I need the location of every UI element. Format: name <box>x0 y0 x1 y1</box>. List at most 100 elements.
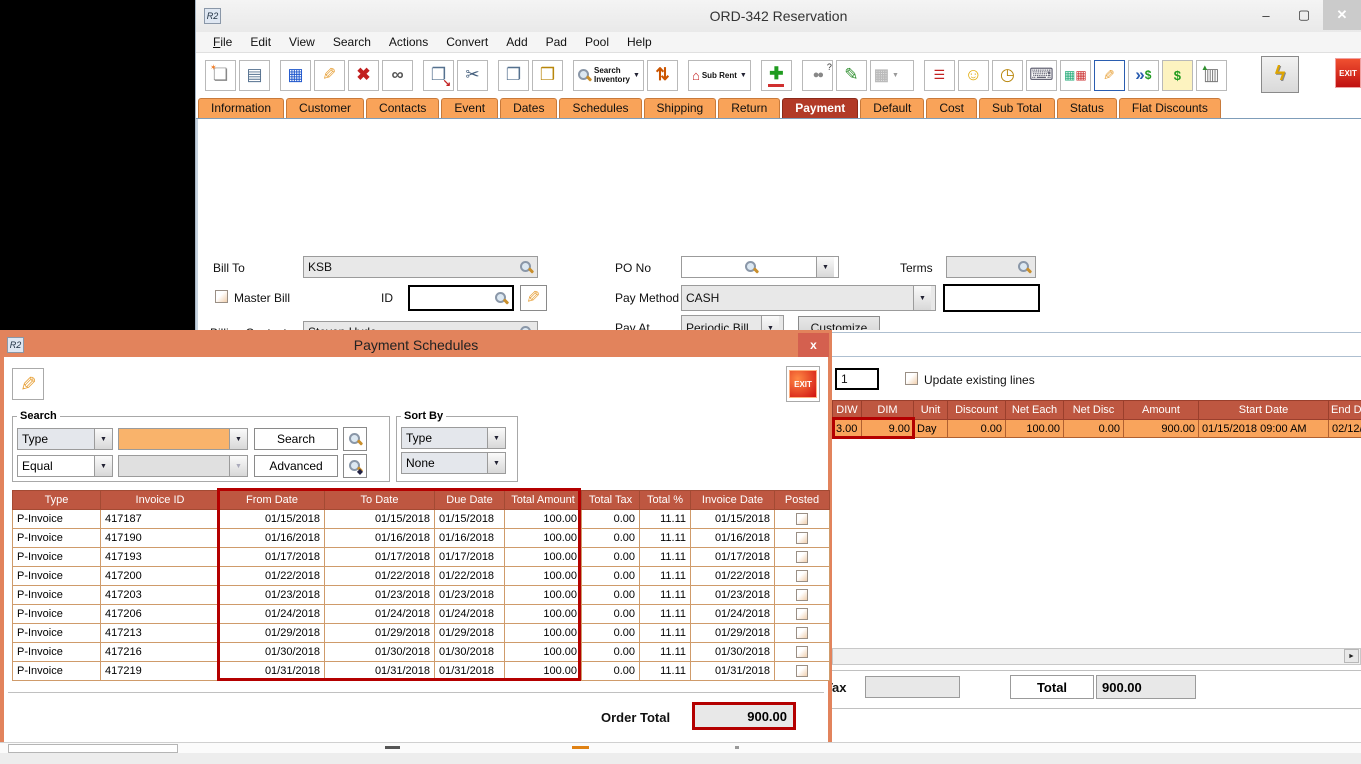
column-header[interactable]: Invoice ID <box>101 491 220 510</box>
find-binoculars-icon[interactable]: ∞ <box>382 60 413 91</box>
advanced-button[interactable]: Advanced <box>254 455 338 477</box>
search-field-selector[interactable]: Type▼ <box>17 428 113 450</box>
cubes-icon[interactable]: ▦▦ <box>1060 60 1091 91</box>
chevron-down-icon[interactable]: ▼ <box>94 456 112 476</box>
menu-item-convert[interactable]: Convert <box>437 33 497 51</box>
grid-column-header[interactable]: End Date <box>1329 401 1361 420</box>
sort-field-selector[interactable]: Type▼ <box>401 427 506 449</box>
tab-dates[interactable]: Dates <box>500 98 557 118</box>
search-inventory-button[interactable]: Search Inventory ▼ <box>573 60 644 91</box>
search-icon[interactable] <box>1017 260 1031 274</box>
chevron-down-icon[interactable]: ▼ <box>913 286 931 310</box>
posted-checkbox[interactable] <box>796 665 808 677</box>
search-magnifier-button[interactable] <box>343 427 367 451</box>
smiley-icon[interactable]: ☺ <box>958 60 989 91</box>
menu-item-help[interactable]: Help <box>618 33 661 51</box>
search-icon[interactable] <box>519 260 533 274</box>
menu-item-pool[interactable]: Pool <box>576 33 618 51</box>
search-icon[interactable] <box>494 291 508 305</box>
update-existing-checkbox[interactable] <box>905 372 918 385</box>
tab-contacts[interactable]: Contacts <box>366 98 439 118</box>
tab-sub-total[interactable]: Sub Total <box>979 98 1055 118</box>
memo-icon[interactable]: ✎ <box>836 60 867 91</box>
edit-form-icon[interactable]: ✎ <box>1094 60 1125 91</box>
column-header[interactable]: Type <box>13 491 101 510</box>
tab-cost[interactable]: Cost <box>926 98 977 118</box>
dialog-titlebar[interactable]: R2 Payment Schedules <box>3 333 829 357</box>
scroll-right-icon[interactable]: ► <box>1344 649 1359 663</box>
tab-customer[interactable]: Customer <box>286 98 364 118</box>
dialog-edit-button[interactable]: ✎ <box>12 368 44 400</box>
posted-checkbox[interactable] <box>796 627 808 639</box>
hierarchy-icon[interactable]: ☰ <box>924 60 955 91</box>
menu-item-actions[interactable]: Actions <box>380 33 437 51</box>
search-button[interactable]: Search <box>254 428 338 450</box>
chevron-down-icon[interactable]: ▼ <box>633 72 640 79</box>
tab-default[interactable]: Default <box>860 98 924 118</box>
edit-id-button[interactable]: ✎ <box>520 285 547 311</box>
tab-shipping[interactable]: Shipping <box>644 98 717 118</box>
posted-checkbox[interactable] <box>796 551 808 563</box>
add-line-icon[interactable]: ✚ <box>761 60 792 91</box>
cut-icon[interactable]: ✂ <box>457 60 488 91</box>
menu-item-view[interactable]: View <box>280 33 324 51</box>
chevron-down-icon[interactable]: ▼ <box>94 429 112 449</box>
grid-column-header[interactable]: Unit <box>914 401 948 420</box>
minimize-button[interactable]: – <box>1247 0 1285 30</box>
menu-item-edit[interactable]: Edit <box>241 33 280 51</box>
dollar-arrows-icon[interactable]: »$ <box>1128 60 1159 91</box>
chevron-down-icon[interactable]: ▼ <box>229 429 247 449</box>
posted-checkbox[interactable] <box>796 646 808 658</box>
chevron-down-icon[interactable]: ▼ <box>487 428 505 448</box>
tab-event[interactable]: Event <box>441 98 498 118</box>
posted-checkbox[interactable] <box>796 513 808 525</box>
menu-item-add[interactable]: Add <box>497 33 536 51</box>
menu-item-pad[interactable]: Pad <box>537 33 576 51</box>
search-value-input[interactable]: ▼ <box>118 428 248 450</box>
chevron-down-icon[interactable]: ▼ <box>740 72 747 79</box>
tax-field[interactable] <box>865 676 960 698</box>
tab-status[interactable]: Status <box>1057 98 1117 118</box>
master-bill-checkbox[interactable] <box>215 290 228 303</box>
toolbar-exit-button[interactable]: EXIT <box>1335 58 1361 88</box>
search-operator-selector[interactable]: Equal▼ <box>17 455 113 477</box>
invoice-dollar-icon[interactable]: $ <box>1162 60 1193 91</box>
pay-method-extra-field[interactable] <box>943 284 1040 312</box>
items-question-icon[interactable]: ●●? <box>802 60 833 91</box>
save-icon[interactable]: ▦ <box>280 60 311 91</box>
menu-item-file[interactable]: File <box>204 33 241 51</box>
id-field[interactable] <box>408 285 514 311</box>
posted-checkbox[interactable] <box>796 532 808 544</box>
horizontal-scrollbar[interactable]: ► <box>832 648 1361 665</box>
tab-return[interactable]: Return <box>718 98 780 118</box>
delivery-truck-icon[interactable]: ▥▲ <box>1196 60 1227 91</box>
terms-field[interactable] <box>946 256 1036 278</box>
advanced-magnifier-button[interactable]: ◆ <box>343 454 367 478</box>
column-header[interactable]: Total Tax <box>582 491 640 510</box>
close-button[interactable]: ✕ <box>1323 0 1361 30</box>
bill-to-field[interactable]: KSB <box>303 256 538 278</box>
search-icon[interactable] <box>744 260 758 274</box>
tab-flat-discounts[interactable]: Flat Discounts <box>1119 98 1221 118</box>
sub-rent-button[interactable]: ⌂ Sub Rent ▼ <box>688 60 751 91</box>
chevron-down-icon[interactable]: ▼ <box>892 72 899 79</box>
dialog-exit-button[interactable]: EXIT <box>786 366 820 402</box>
paste-special-icon[interactable]: ❐↘ <box>423 60 454 91</box>
grid-column-header[interactable]: Discount <box>948 401 1006 420</box>
chevron-down-icon[interactable]: ▼ <box>816 257 834 277</box>
copy-icon[interactable]: ❐ <box>498 60 529 91</box>
paste-icon[interactable]: ❒ <box>532 60 563 91</box>
new-document-icon[interactable]: ❏✶ <box>205 60 236 91</box>
posted-checkbox[interactable] <box>796 608 808 620</box>
maximize-button[interactable]: ▢ <box>1285 0 1323 30</box>
menu-item-search[interactable]: Search <box>324 33 380 51</box>
chevron-down-icon[interactable]: ▼ <box>487 453 505 473</box>
po-no-field[interactable]: ▼ <box>681 256 839 278</box>
grid-column-header[interactable]: Net Each <box>1006 401 1064 420</box>
calendar-icon[interactable]: ▦▼ <box>870 60 914 91</box>
sort-items-icon[interactable]: ⇅ <box>647 60 678 91</box>
folder-clock-icon[interactable]: ◷ <box>992 60 1023 91</box>
tab-schedules[interactable]: Schedules <box>559 98 641 118</box>
send-keyboard-icon[interactable]: ⌨ <box>1026 60 1057 91</box>
delete-icon[interactable]: ✖ <box>348 60 379 91</box>
